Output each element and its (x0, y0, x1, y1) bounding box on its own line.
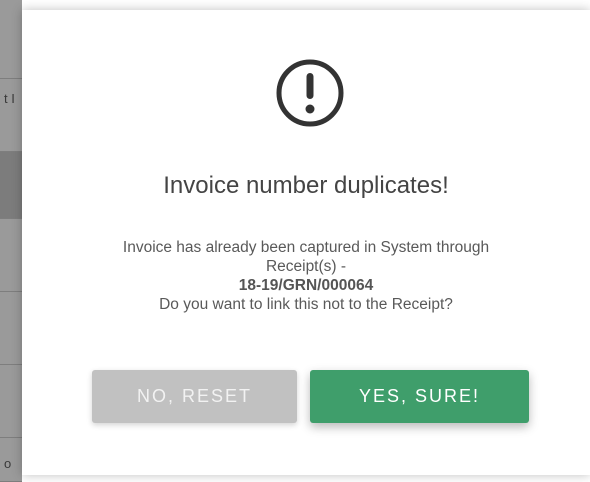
exclamation-circle-icon (276, 59, 344, 127)
message-line: Invoice has already been captured in Sys… (122, 239, 490, 256)
message-line: Receipt(s) - (265, 258, 347, 275)
background-cell (0, 0, 22, 79)
background-text: o (4, 456, 12, 471)
background-text: t I (4, 91, 15, 106)
duplicate-invoice-dialog: Invoice number duplicates! Invoice has a… (22, 10, 590, 475)
background-cell (0, 365, 22, 438)
background-cell (0, 292, 22, 365)
background-table: t I o (0, 0, 22, 482)
no-reset-button[interactable]: NO, RESET (92, 370, 297, 423)
yes-sure-button[interactable]: YES, SURE! (310, 370, 529, 423)
background-cell: o (0, 438, 22, 482)
receipt-reference: 18-19/GRN/000064 (238, 277, 374, 294)
dialog-title: Invoice number duplicates! (163, 172, 449, 199)
background-cell (0, 219, 22, 292)
message-line: Do you want to link this not to the Rece… (159, 296, 453, 313)
background-cell (0, 152, 22, 219)
background-cell: t I (0, 79, 22, 152)
dialog-message: Invoice has already been captured in Sys… (52, 238, 560, 314)
